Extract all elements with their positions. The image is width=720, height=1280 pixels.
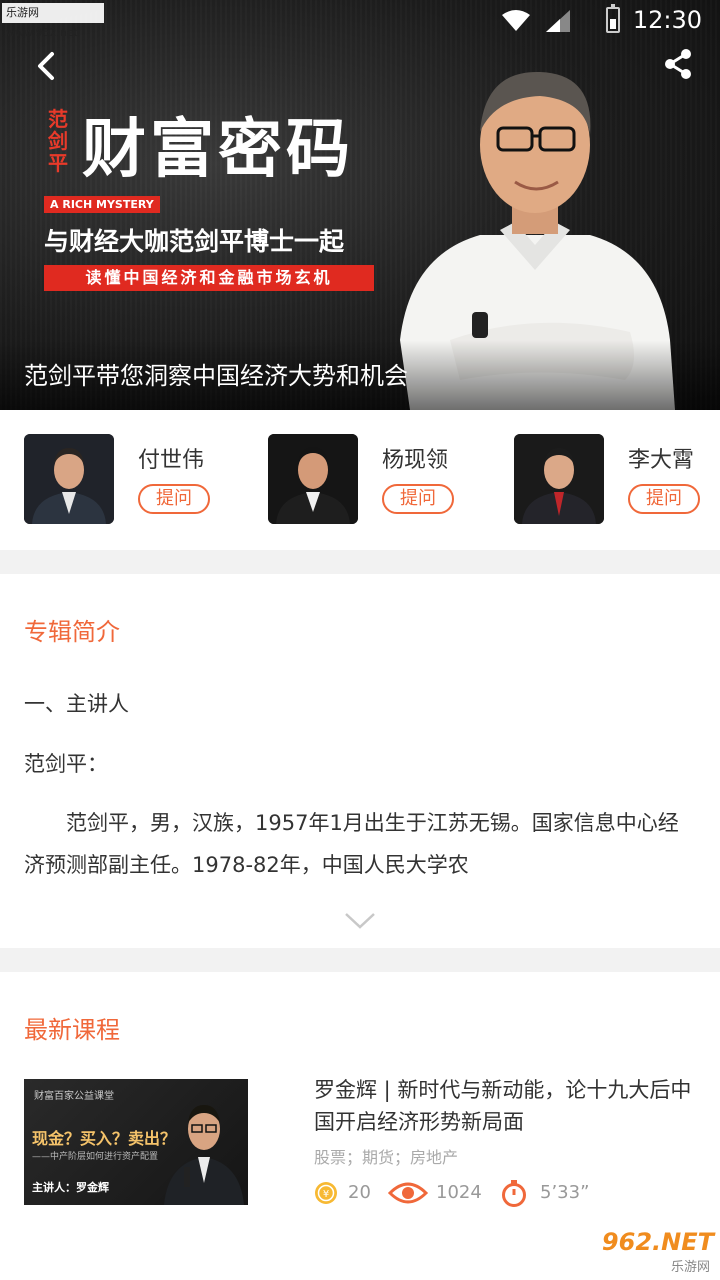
watermark-caption: 乐游网 [670,1260,710,1275]
expert-name: 付世伟 [138,448,205,473]
hero-banner[interactable]: 乐游网 www.962.net 12:30 范 剑 平 财富密码 A RICH … [0,0,720,410]
chevron-down-icon[interactable] [344,912,376,930]
share-icon[interactable] [662,48,694,80]
side-char: 范 [48,107,68,131]
course-duration: 5’33” [540,1182,590,1203]
course-tags: 股票；期货；房地产 [314,1148,459,1167]
expert-card[interactable]: 付世伟 提问 [24,434,264,524]
wifi-icon [502,10,530,31]
hero-caption: 范剑平带您洞察中国经济大势和机会 [24,362,408,390]
thumb-brand: 财富百家公益课堂 [34,1091,114,1102]
stopwatch-icon [502,1180,526,1207]
expert-list: 付世伟 提问 杨现领 提问 李大霄 提问 [0,410,720,550]
coin-icon: ¥ [315,1182,337,1204]
thumb-subtitle: ——中产阶层如何进行资产配置 [32,1152,159,1162]
course-thumbnail[interactable]: 财富百家公益课堂 现金？买入？卖出？ ——中产阶层如何进行资产配置 主讲人：罗金… [24,1079,248,1205]
course-title[interactable]: 罗金辉 | 新时代与新动能，论十九大后中国开启经济形势新局面 [314,1074,704,1138]
expert-avatar[interactable] [24,434,114,524]
expert-name: 李大霄 [628,448,695,473]
coin-count: 20 [348,1182,371,1203]
intro-paragraph: 范剑平： [24,752,108,776]
status-time: 12:30 [632,6,702,34]
battery-icon [606,4,620,33]
watermark-bottom: 962.NET 乐游网 [584,1228,714,1275]
eye-icon [388,1182,428,1204]
banner-strip: 读懂中国经济和金融市场玄机 [44,265,374,291]
thumb-question: 现金？买入？卖出？ [32,1129,177,1148]
ask-button[interactable]: 提问 [138,484,210,514]
intro-paragraph: 一、主讲人 [24,692,129,716]
expert-card[interactable]: 杨现领 提问 [268,434,508,524]
back-button[interactable] [30,48,66,84]
watermark-top: 乐游网 www.962.net [2,3,104,39]
expert-avatar[interactable] [514,434,604,524]
ask-button[interactable]: 提问 [628,484,700,514]
intro-paragraph: 范剑平，男，汉族，1957年1月出生于江苏无锡。国家信息中心经济预测部副主任。1… [24,811,679,877]
course-meta: ¥ 20 1024 5’33” [314,1178,714,1208]
thumb-speaker-photo [164,1105,244,1205]
expert-card[interactable]: 李大霄 提问 [514,434,720,524]
expert-avatar[interactable] [268,434,358,524]
banner-tag: A RICH MYSTERY [44,196,160,213]
svg-text:¥: ¥ [323,1189,329,1200]
status-bar: 12:30 [420,0,720,42]
signal-icon [546,10,570,32]
courses-title: 最新课程 [24,1016,120,1044]
ask-button[interactable]: 提问 [382,484,454,514]
side-char: 剑 [48,129,68,153]
banner-subtitle: 与财经大咖范剑平博士一起 [44,227,345,256]
banner-title: 财富密码 [82,113,354,187]
thumb-speaker: 主讲人：罗金辉 [32,1181,109,1194]
side-char: 平 [48,151,68,175]
watermark-logo-text: 962.NET [601,1228,714,1256]
expert-name: 杨现领 [382,448,449,473]
view-count: 1024 [436,1182,482,1203]
album-intro: 专辑简介 一、主讲人 范剑平： 范剑平，男，汉族，1957年1月出生于江苏无锡。… [0,574,720,948]
banner-side-text: 范 剑 平 [44,108,72,174]
intro-title: 专辑简介 [24,618,120,646]
